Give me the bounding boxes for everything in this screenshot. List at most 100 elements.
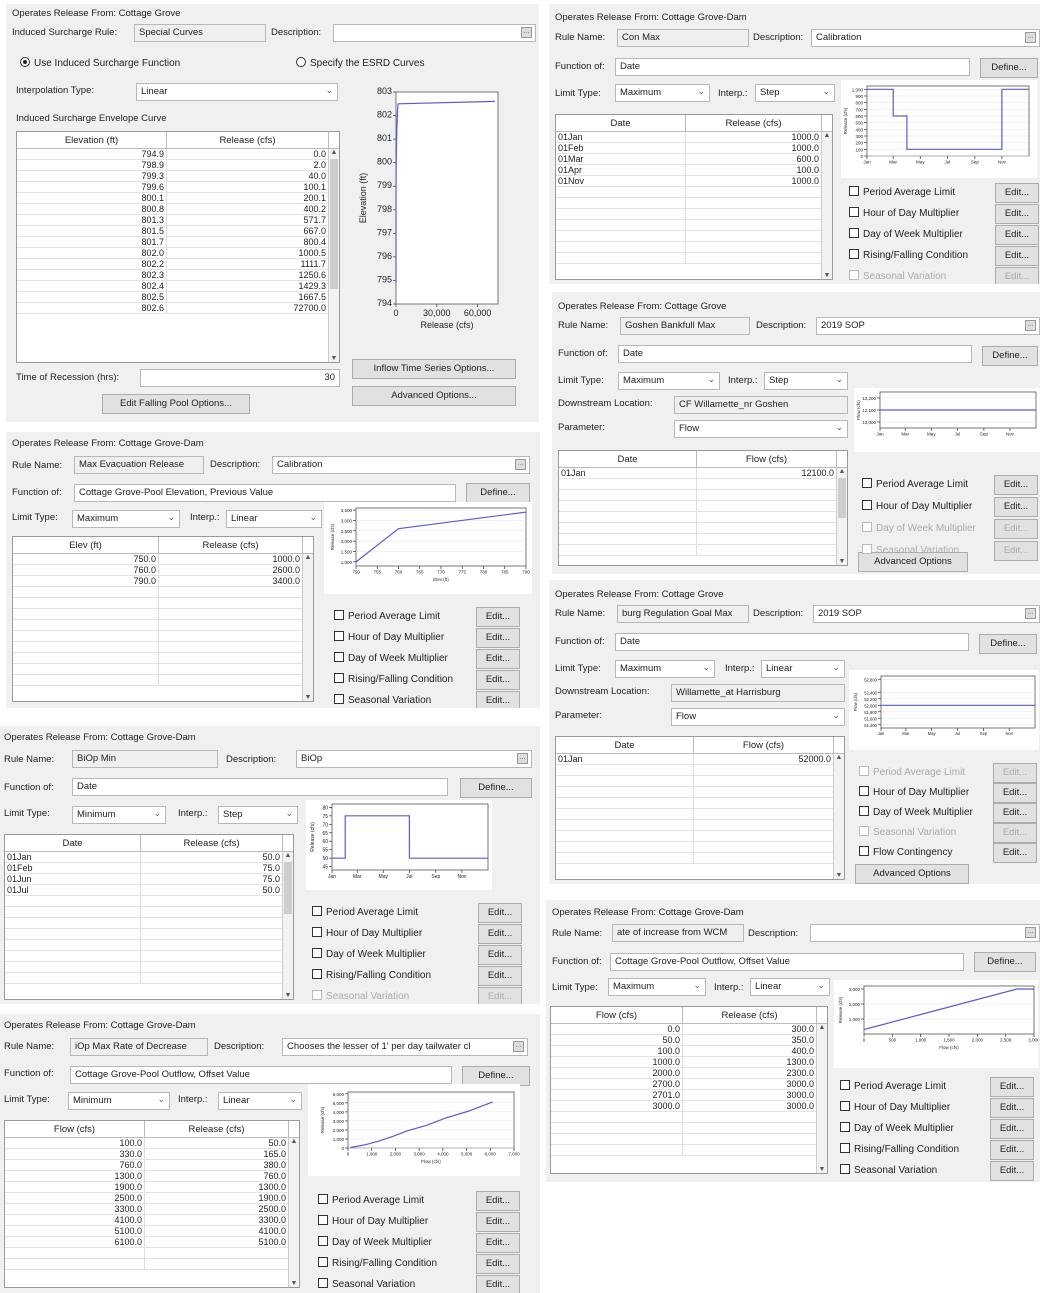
table-cell[interactable] <box>159 664 303 674</box>
rule-table[interactable]: Date Flow (cfs) 01Jan 52000.0 ▲ ▼ <box>555 736 845 880</box>
table-cell[interactable] <box>694 842 834 852</box>
table-cell[interactable]: 799.6 <box>17 182 167 192</box>
rule-table[interactable]: Elev (ft) Release (cfs) 750.0 1000.0 760.0 2… <box>12 536 314 702</box>
table-cell[interactable] <box>141 962 283 972</box>
interp-select[interactable]: Linear ⌄ <box>218 1092 302 1110</box>
table-cell[interactable]: 800.4 <box>167 237 329 247</box>
description-field[interactable]: Calibration… <box>272 456 530 474</box>
table-cell[interactable] <box>5 951 141 961</box>
table-cell[interactable] <box>5 973 141 983</box>
limit-type-select[interactable]: Minimum ⌄ <box>68 1092 170 1110</box>
table-cell[interactable] <box>145 1248 289 1258</box>
rule-name-field[interactable]: BiOp Min <box>72 750 218 768</box>
table-cell[interactable]: 3000.0 <box>683 1090 817 1100</box>
checkbox[interactable] <box>840 1164 850 1174</box>
scroll-up-icon[interactable]: ▲ <box>817 1024 827 1031</box>
table-cell[interactable] <box>13 631 159 641</box>
downstream-field[interactable]: Willamette_at Harrisburg <box>671 684 845 702</box>
table-row[interactable] <box>551 1112 827 1123</box>
edit-button[interactable]: Edit... <box>476 1254 520 1274</box>
table-cell[interactable] <box>694 831 834 841</box>
table-row[interactable]: 01Jul 50.0 <box>5 885 293 896</box>
table-cell[interactable]: 802.0 <box>17 248 167 258</box>
edit-button[interactable]: Edit... <box>994 475 1038 495</box>
scroll-down-icon[interactable]: ▼ <box>837 558 847 565</box>
table-cell[interactable] <box>686 187 822 197</box>
table-cell[interactable] <box>551 1123 683 1133</box>
checkbox[interactable] <box>334 673 344 683</box>
table-cell[interactable]: 801.3 <box>17 215 167 225</box>
table-cell[interactable]: 760.0 <box>145 1171 289 1181</box>
rule-name-field[interactable]: iOp Max Rate of Decrease <box>70 1038 208 1056</box>
limit-type-select[interactable]: Maximum ⌄ <box>608 978 706 996</box>
table-cell[interactable] <box>556 209 686 219</box>
description-field[interactable]: 2019 SOP… <box>813 605 1040 623</box>
table-row[interactable]: 01Feb 1000.0 <box>556 143 832 154</box>
table-row[interactable] <box>5 951 293 962</box>
table-row[interactable]: 802.0 1000.5 <box>17 248 339 259</box>
table-row[interactable]: 01Jan 50.0 <box>5 852 293 863</box>
edit-button[interactable]: Edit... <box>994 541 1038 561</box>
table-cell[interactable] <box>141 929 283 939</box>
option-seasonal-variation[interactable]: Seasonal Variation <box>862 544 959 556</box>
table-cell[interactable] <box>694 798 834 808</box>
table-cell[interactable] <box>697 534 837 544</box>
table-cell[interactable] <box>556 242 686 252</box>
table-row[interactable]: 2700.0 3000.0 <box>551 1079 827 1090</box>
table-cell[interactable] <box>13 642 159 652</box>
table-row[interactable]: 760.0 380.0 <box>5 1160 299 1171</box>
table-cell[interactable]: 01Jan <box>559 468 697 478</box>
edit-button[interactable]: Edit... <box>993 783 1037 803</box>
interp-select[interactable]: Linear ⌄ <box>136 83 338 101</box>
option-period-average-limit[interactable]: Period Average Limit <box>859 766 965 778</box>
table-cell[interactable] <box>556 187 686 197</box>
edit-button[interactable]: Edit... <box>476 1233 520 1253</box>
function-field[interactable]: Date <box>615 633 969 651</box>
table-cell[interactable]: 1000.5 <box>167 248 329 258</box>
table-cell[interactable]: 667.0 <box>167 226 329 236</box>
edit-button[interactable]: Edit... <box>476 1275 520 1293</box>
table-row[interactable] <box>13 587 313 598</box>
scroll-down-icon[interactable]: ▼ <box>329 355 339 362</box>
table-cell[interactable] <box>556 765 694 775</box>
table-cell[interactable] <box>5 940 141 950</box>
rule-table[interactable]: Date Flow (cfs) 01Jan 12100.0 ▲ ▼ <box>558 450 848 566</box>
table-row[interactable]: 01Jan 12100.0 <box>559 468 847 479</box>
table-cell[interactable] <box>556 820 694 830</box>
define-button[interactable]: Define... <box>462 1066 530 1086</box>
table-cell[interactable]: 400.2 <box>167 204 329 214</box>
table-cell[interactable]: 800.1 <box>17 193 167 203</box>
scroll-down-icon[interactable]: ▼ <box>283 992 293 999</box>
scrollbar[interactable]: ▲ ▼ <box>836 468 847 565</box>
table-cell[interactable] <box>5 1248 145 1258</box>
table-cell[interactable] <box>13 609 159 619</box>
table-cell[interactable] <box>697 523 837 533</box>
table-cell[interactable]: 300.0 <box>683 1024 817 1034</box>
table-cell[interactable] <box>697 490 837 500</box>
table-cell[interactable]: 5100.0 <box>145 1237 289 1247</box>
limit-type-select[interactable]: Maximum ⌄ <box>615 84 710 102</box>
table-cell[interactable] <box>159 631 303 641</box>
rule-name-field[interactable]: burg Regulation Goal Max <box>617 605 749 623</box>
table-cell[interactable]: 1300.0 <box>5 1171 145 1181</box>
interp-select[interactable]: Linear ⌄ <box>761 660 845 678</box>
table-cell[interactable]: 2500.0 <box>5 1193 145 1203</box>
table-row[interactable]: 100.0 50.0 <box>5 1138 299 1149</box>
table-row[interactable] <box>5 962 293 973</box>
table-row[interactable] <box>13 609 313 620</box>
checkbox[interactable] <box>862 544 872 554</box>
table-cell[interactable] <box>5 918 141 928</box>
table-cell[interactable] <box>141 940 283 950</box>
table-row[interactable]: 1000.0 1300.0 <box>551 1057 827 1068</box>
radio-use-function[interactable]: Use Induced Surcharge Function <box>20 57 180 69</box>
checkbox[interactable] <box>312 906 322 916</box>
table-row[interactable] <box>556 253 832 264</box>
table-row[interactable]: 750.0 1000.0 <box>13 554 313 565</box>
edit-button[interactable]: Edit... <box>476 670 520 690</box>
scroll-down-icon[interactable]: ▼ <box>817 1166 827 1173</box>
table-cell[interactable]: 01Apr <box>556 165 686 175</box>
description-field[interactable]: BiOp… <box>296 750 532 768</box>
table-row[interactable]: 790.0 3400.0 <box>13 576 313 587</box>
table-cell[interactable] <box>556 198 686 208</box>
edit-button[interactable]: Edit... <box>476 1212 520 1232</box>
